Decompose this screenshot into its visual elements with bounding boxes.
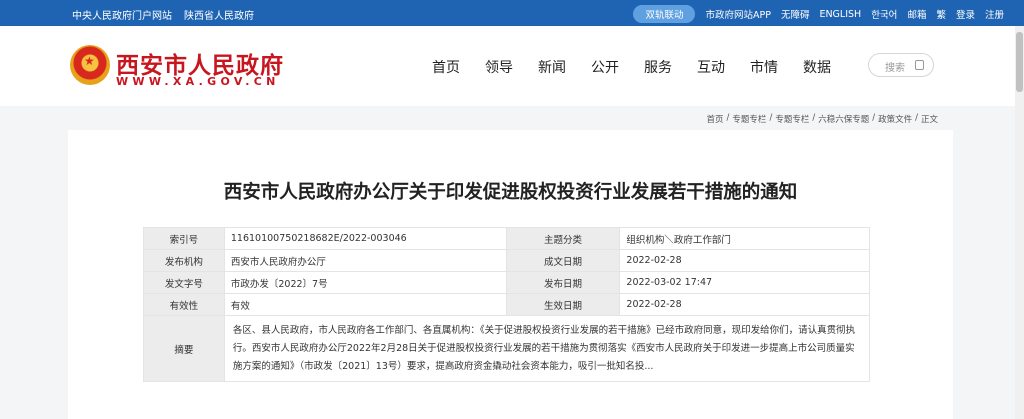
index-value: 11610100750218682E/2022-003046 bbox=[223, 227, 507, 250]
link-register[interactable]: 注册 bbox=[985, 7, 1004, 21]
table-row: 发文字号 市政办发〔2022〕7号 发布日期 2022-03-02 17:47 bbox=[143, 271, 870, 294]
nav-city-info[interactable]: 市情 bbox=[750, 57, 803, 77]
breadcrumb-separator: / bbox=[812, 113, 816, 123]
site-logo-url: WWW.XA.GOV.CN bbox=[116, 75, 280, 88]
nav-home[interactable]: 首页 bbox=[432, 57, 485, 77]
link-mail[interactable]: 邮箱 bbox=[907, 7, 926, 21]
effective-label: 生效日期 bbox=[505, 293, 621, 316]
validity-label: 有效性 bbox=[143, 293, 225, 316]
breadcrumb: 首页 / 专题专栏 / 专题专栏 / 六稳六保专题 / 政策文件 / 正文 bbox=[707, 113, 938, 125]
abstract-value: 各区、县人民政府，市人民政府各工作部门、各直属机构：《关于促进股权投资行业发展的… bbox=[223, 315, 871, 382]
link-central-gov[interactable]: 中央人民政府门户网站 bbox=[72, 7, 172, 22]
main-nav: 首页 领导 新闻 公开 服务 互动 市情 数据 bbox=[432, 57, 856, 77]
effective-value: 2022-02-28 bbox=[619, 293, 870, 316]
article-title: 西安市人民政府办公厅关于印发促进股权投资行业发展若干措施的通知 bbox=[223, 182, 798, 203]
date-label: 成文日期 bbox=[505, 249, 621, 272]
index-label: 索引号 bbox=[143, 227, 225, 250]
breadcrumb-item[interactable]: 六稳六保专题 bbox=[818, 113, 869, 125]
table-row: 发布机构 西安市人民政府办公厅 成文日期 2022-02-28 bbox=[143, 249, 870, 272]
search-input[interactable]: 搜索 bbox=[868, 53, 934, 77]
nav-leaders[interactable]: 领导 bbox=[485, 57, 538, 77]
top-links-right: 双轨联动 市政府网站APP 无障碍 ENGLISH 한국어 邮箱 繁 登录 注册 bbox=[633, 5, 1004, 23]
link-korean[interactable]: 한국어 bbox=[871, 7, 897, 21]
top-bar: 中央人民政府门户网站 陕西省人民政府 双轨联动 市政府网站APP 无障碍 ENG… bbox=[0, 0, 1024, 26]
nav-interaction[interactable]: 互动 bbox=[697, 57, 750, 77]
nav-public[interactable]: 公开 bbox=[591, 57, 644, 77]
nav-news[interactable]: 新闻 bbox=[538, 57, 591, 77]
document-meta-table: 索引号 11610100750218682E/2022-003046 主题分类 … bbox=[143, 227, 871, 382]
search-icon[interactable] bbox=[915, 60, 924, 70]
link-shaanxi-gov[interactable]: 陕西省人民政府 bbox=[184, 7, 254, 22]
breadcrumb-item[interactable]: 政策文件 bbox=[878, 113, 912, 125]
table-row: 索引号 11610100750218682E/2022-003046 主题分类 … bbox=[143, 227, 870, 250]
breadcrumb-item[interactable]: 专题专栏 bbox=[775, 113, 809, 125]
breadcrumb-separator: / bbox=[872, 113, 876, 123]
breadcrumb-item[interactable]: 专题专栏 bbox=[732, 113, 766, 125]
national-emblem-icon bbox=[70, 45, 110, 85]
site-header: 西安市人民政府 WWW.XA.GOV.CN 首页 领导 新闻 公开 服务 互动 … bbox=[0, 26, 1024, 106]
publisher-value: 西安市人民政府办公厅 bbox=[223, 249, 507, 272]
date-value: 2022-02-28 bbox=[619, 249, 870, 272]
nav-data[interactable]: 数据 bbox=[803, 57, 856, 77]
table-row: 有效性 有效 生效日期 2022-02-28 bbox=[143, 293, 870, 316]
link-english[interactable]: ENGLISH bbox=[819, 9, 861, 20]
topic-value: 组织机构＼政府工作部门 bbox=[619, 227, 870, 250]
pubdate-label: 发布日期 bbox=[505, 271, 621, 294]
breadcrumb-home[interactable]: 首页 bbox=[707, 113, 724, 125]
link-traditional[interactable]: 繁 bbox=[936, 7, 946, 21]
validity-value: 有效 bbox=[223, 293, 507, 316]
top-links-left: 中央人民政府门户网站 陕西省人民政府 bbox=[72, 7, 254, 22]
link-accessibility[interactable]: 无障碍 bbox=[781, 7, 810, 21]
docno-label: 发文字号 bbox=[143, 271, 225, 294]
link-app[interactable]: 市政府网站APP bbox=[705, 7, 770, 21]
article-panel: 西安市人民政府办公厅关于印发促进股权投资行业发展若干措施的通知 索引号 1161… bbox=[68, 130, 953, 419]
search-placeholder: 搜索 bbox=[885, 63, 905, 74]
table-row: 摘要 各区、县人民政府，市人民政府各工作部门、各直属机构：《关于促进股权投资行业… bbox=[143, 315, 871, 382]
breadcrumb-separator: / bbox=[726, 113, 730, 123]
breadcrumb-separator: / bbox=[915, 113, 918, 123]
docno-value: 市政办发〔2022〕7号 bbox=[223, 271, 507, 294]
topic-label: 主题分类 bbox=[505, 227, 621, 250]
pubdate-value: 2022-03-02 17:47 bbox=[619, 271, 870, 294]
link-login[interactable]: 登录 bbox=[956, 7, 975, 21]
publisher-label: 发布机构 bbox=[143, 249, 225, 272]
breadcrumb-current: 正文 bbox=[920, 115, 938, 125]
abstract-label: 摘要 bbox=[143, 315, 225, 382]
dual-track-toggle[interactable]: 双轨联动 bbox=[633, 5, 696, 23]
scrollbar-thumb[interactable] bbox=[1016, 32, 1023, 92]
page-scrollbar[interactable] bbox=[1015, 26, 1024, 419]
nav-services[interactable]: 服务 bbox=[644, 57, 697, 77]
breadcrumb-separator: / bbox=[769, 113, 773, 123]
